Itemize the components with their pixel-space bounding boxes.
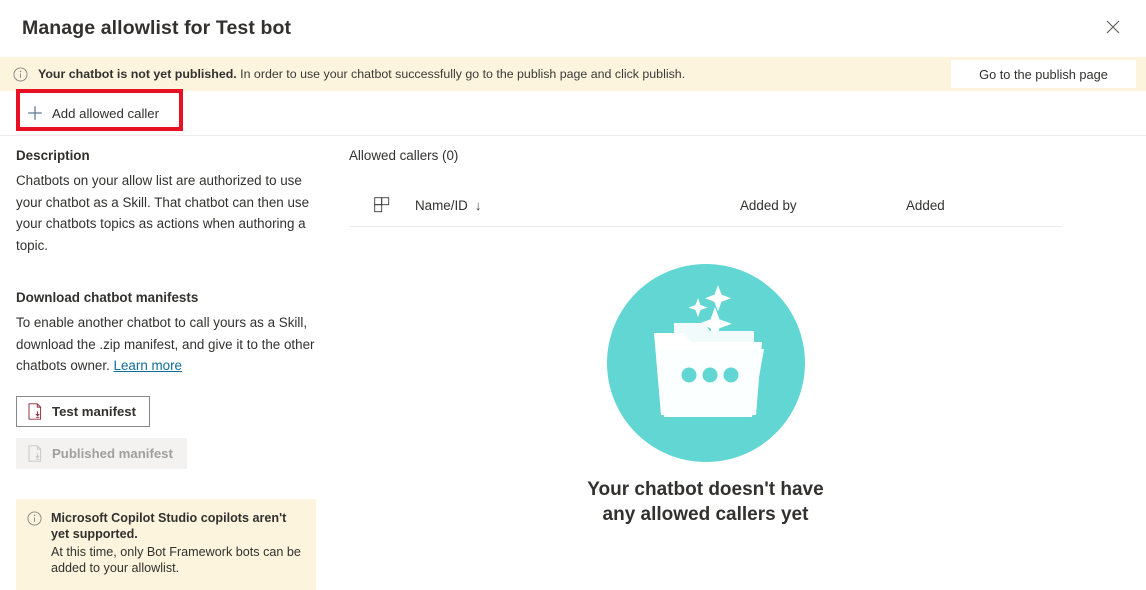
allowed-callers-title: Allowed callers (0) [349, 148, 459, 163]
allowed-callers-panel: Allowed callers (0) Name/ID ↓ Added by A… [340, 136, 1146, 576]
description-heading: Description [16, 148, 90, 163]
close-button[interactable] [1090, 6, 1136, 52]
test-manifest-button[interactable]: Test manifest [16, 395, 151, 427]
publish-banner-bold-text: Your chatbot is not yet published. [38, 67, 237, 81]
info-circle-icon [13, 66, 28, 82]
empty-state: Your chatbot doesn't have any allowed ca… [349, 263, 1062, 527]
published-manifest-button[interactable]: Published manifest [16, 437, 187, 469]
document-download-icon [28, 402, 43, 420]
page-title: Manage allowlist for Test bot [22, 16, 292, 39]
allowed-callers-table-header: Name/ID ↓ Added by Added [349, 184, 1062, 227]
published-manifest-label: Published manifest [52, 445, 173, 461]
unsupported-note-title: Microsoft Copilot Studio copilots aren't… [51, 510, 287, 542]
sort-descending-icon: ↓ [474, 197, 482, 213]
go-to-publish-page-button[interactable]: Go to the publish page [951, 60, 1136, 88]
download-manifests-body: To enable another chatbot to call yours … [16, 312, 322, 377]
manifest-buttons-group: Test manifest Published manifest [16, 395, 322, 469]
add-allowed-caller-button[interactable]: Add allowed caller [22, 95, 169, 131]
publish-notification-banner: Your chatbot is not yet published. In or… [0, 57, 1146, 91]
command-bar: Add allowed caller [0, 91, 1146, 136]
dialog-header: Manage allowlist for Test bot [0, 0, 1146, 57]
publish-banner-rest-text: In order to use your chatbot successfull… [236, 67, 686, 81]
unsupported-note-body: At this time, only Bot Framework bots ca… [51, 544, 301, 576]
close-icon [1106, 20, 1120, 37]
plus-icon [26, 104, 44, 122]
empty-folder-sparkles-illustration [606, 263, 806, 463]
description-body: Chatbots on your allow list are authoriz… [16, 173, 310, 253]
add-allowed-caller-label: Add allowed caller [52, 105, 160, 121]
info-circle-icon [27, 510, 42, 526]
column-header-added[interactable]: Added [906, 198, 1062, 213]
test-manifest-label: Test manifest [52, 403, 137, 419]
column-header-name-id-label: Name/ID [415, 197, 468, 213]
column-header-name-id[interactable]: Name/ID ↓ [415, 198, 740, 213]
unsupported-note-banner: Microsoft Copilot Studio copilots aren't… [16, 498, 316, 590]
column-header-added-by[interactable]: Added by [740, 198, 906, 213]
left-info-panel: Description Chatbots on your allow list … [0, 136, 340, 590]
dialog-body: Description Chatbots on your allow list … [0, 136, 1146, 590]
empty-state-message: Your chatbot doesn't have any allowed ca… [587, 479, 824, 525]
publish-banner-text: Your chatbot is not yet published. In or… [38, 67, 685, 81]
learn-more-link[interactable]: Learn more [114, 358, 182, 373]
download-manifests-heading: Download chatbot manifests [16, 290, 199, 305]
document-download-icon [28, 444, 43, 462]
unsupported-note-content: Microsoft Copilot Studio copilots aren't… [51, 510, 304, 577]
table-layout-icon[interactable] [349, 196, 415, 214]
